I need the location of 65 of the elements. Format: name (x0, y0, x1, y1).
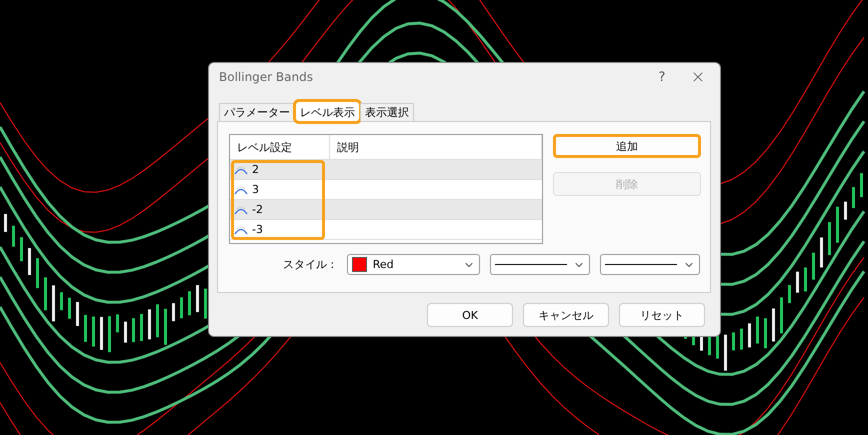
level-cell[interactable]: 3 (230, 180, 334, 199)
candlestick (84, 314, 87, 342)
tab[interactable]: レベル表示 (295, 101, 360, 122)
window-title: Bollinger Bands (219, 70, 314, 84)
candlestick (132, 318, 135, 342)
candlestick (740, 328, 743, 350)
level-icon (234, 224, 248, 236)
candlestick (844, 202, 847, 220)
candlestick (724, 334, 727, 371)
candlestick (828, 222, 831, 256)
candlestick (12, 226, 15, 247)
candlestick (812, 252, 815, 280)
candlestick (60, 292, 63, 310)
candlestick (820, 237, 823, 268)
candlestick (148, 309, 151, 340)
candlestick (860, 173, 863, 198)
candlestick (156, 304, 159, 338)
level-cell[interactable]: -3 (230, 220, 334, 239)
candlestick (108, 316, 111, 352)
candlestick (140, 314, 143, 341)
candlestick (164, 308, 167, 345)
candlestick (804, 268, 807, 292)
candlestick (772, 308, 775, 342)
cancel-button[interactable]: キャンセル (523, 303, 609, 327)
candlestick (76, 302, 79, 326)
candlestick (116, 314, 119, 332)
column-header: 説明 (330, 135, 542, 159)
candlestick (172, 303, 175, 322)
candlestick (4, 214, 7, 232)
candlestick (732, 332, 735, 350)
candlestick (44, 277, 47, 310)
candlestick (180, 297, 183, 318)
line-style-select[interactable] (600, 254, 700, 275)
candlestick (764, 318, 767, 348)
level-icon (234, 204, 248, 216)
candlestick (68, 298, 71, 319)
candlestick (204, 288, 207, 319)
candlestick (796, 272, 799, 293)
tab[interactable]: パラメーター (219, 103, 295, 121)
candlestick (28, 248, 31, 276)
candlestick (100, 316, 103, 350)
candlestick (52, 285, 55, 322)
candlestick (852, 187, 855, 208)
candlestick (20, 237, 23, 262)
level-icon (234, 164, 248, 176)
style-label: スタイル : (283, 257, 336, 272)
candlestick (124, 322, 127, 343)
candlestick (748, 323, 751, 348)
candlestick (836, 206, 839, 243)
add-button[interactable]: 追加 (553, 134, 701, 158)
ok-button[interactable]: OK (427, 303, 513, 327)
candlestick (92, 316, 95, 347)
candlestick (36, 258, 39, 288)
candlestick (188, 291, 191, 316)
line-style-select[interactable] (490, 254, 590, 275)
help-button[interactable]: ? (642, 70, 682, 84)
candlestick (756, 316, 759, 344)
candlestick (780, 297, 783, 334)
candlestick (788, 285, 791, 304)
candlestick (196, 285, 199, 312)
tab[interactable]: 表示選択 (360, 103, 414, 121)
color-select[interactable]: Red (346, 254, 480, 275)
reset-button[interactable]: リセット (619, 303, 705, 327)
column-header: レベル設定 (230, 135, 330, 159)
level-icon (234, 184, 248, 196)
